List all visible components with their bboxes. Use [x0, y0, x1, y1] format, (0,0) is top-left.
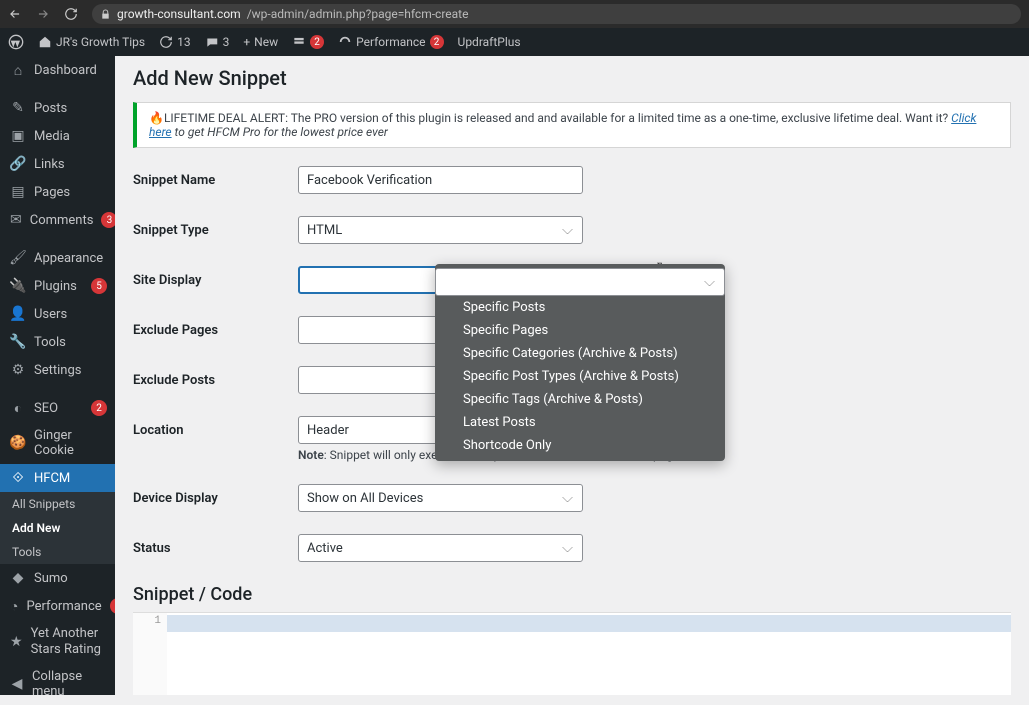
brush-icon: 🖌 — [10, 250, 26, 266]
menu-sumo[interactable]: ◆Sumo — [0, 564, 115, 592]
code-line-highlight — [167, 615, 1011, 632]
url-bar[interactable]: growth-consultant.com/wp-admin/admin.php… — [92, 4, 1021, 24]
label-device-display: Device Display — [133, 491, 298, 506]
cookie-icon: 🍪 — [10, 435, 26, 451]
label-exclude-posts: Exclude Posts — [133, 373, 298, 388]
label-status: Status — [133, 541, 298, 556]
menu-settings[interactable]: ⚙Settings — [0, 356, 115, 384]
vg-item[interactable]: 2 — [292, 35, 324, 49]
snippet-code-heading: Snippet / Code — [133, 584, 1011, 605]
sliders-icon: ⚙ — [10, 362, 26, 378]
gauge-icon: ◔ — [10, 598, 18, 614]
link-icon: 🔗 — [10, 156, 26, 172]
page-title: Add New Snippet — [133, 66, 1011, 90]
hfcm-submenu: All Snippets Add New Tools — [0, 492, 115, 564]
line-number: 1 — [133, 613, 167, 695]
option-site-wide[interactable]: Site Wide — [435, 268, 725, 296]
submenu-all-snippets[interactable]: All Snippets — [0, 492, 115, 516]
lock-icon — [100, 9, 111, 20]
status-select[interactable]: Active — [298, 534, 583, 562]
wp-logo-icon[interactable] — [8, 34, 24, 50]
menu-pages[interactable]: ▤Pages — [0, 178, 115, 206]
dashboard-icon: ⌂ — [10, 62, 26, 78]
sumo-icon: ◆ — [10, 570, 26, 586]
main-content: Add New Snippet 🔥LIFETIME DEAL ALERT: Th… — [115, 56, 1029, 695]
back-icon[interactable] — [8, 7, 22, 21]
comment-icon: ✉ — [10, 212, 22, 228]
option-latest-posts[interactable]: Latest Posts — [435, 411, 725, 434]
forward-icon[interactable] — [36, 7, 50, 21]
device-display-select[interactable]: Show on All Devices — [298, 484, 583, 512]
collapse-icon: ◀ — [10, 676, 24, 692]
admin-sidebar: ⌂Dashboard ✎Posts ▣Media 🔗Links ▤Pages ✉… — [0, 56, 115, 695]
pin-icon: ✎ — [10, 100, 26, 116]
option-specific-categories[interactable]: Specific Categories (Archive & Posts) — [435, 342, 725, 365]
menu-media[interactable]: ▣Media — [0, 122, 115, 150]
media-icon: ▣ — [10, 128, 26, 144]
url-path: /wp-admin/admin.php?page=hfcm-create — [247, 7, 469, 21]
menu-users[interactable]: 👤Users — [0, 300, 115, 328]
menu-comments[interactable]: ✉Comments3 — [0, 206, 115, 234]
new-content[interactable]: +New — [243, 35, 278, 49]
comments-count[interactable]: 3 — [205, 35, 230, 49]
option-shortcode-only[interactable]: Shortcode Only — [435, 434, 725, 457]
lifetime-deal-notice: 🔥LIFETIME DEAL ALERT: The PRO version of… — [133, 102, 1011, 148]
updates-count[interactable]: 13 — [159, 35, 191, 49]
plug-icon: 🔌 — [10, 278, 26, 294]
menu-posts[interactable]: ✎Posts — [0, 94, 115, 122]
option-specific-pages[interactable]: Specific Pages — [435, 319, 725, 342]
menu-links[interactable]: 🔗Links — [0, 150, 115, 178]
collapse-menu[interactable]: ◀Collapse menu — [0, 663, 115, 705]
label-snippet-name: Snippet Name — [133, 173, 298, 188]
option-specific-tags[interactable]: Specific Tags (Archive & Posts) — [435, 388, 725, 411]
submenu-tools[interactable]: Tools — [0, 540, 115, 564]
seo-icon: ◐ — [10, 400, 26, 416]
code-editor[interactable]: 1 — [133, 612, 1011, 695]
label-location: Location — [133, 423, 298, 438]
updraft-item[interactable]: UpdraftPlus — [458, 35, 521, 49]
stack-icon — [292, 35, 306, 49]
update-icon — [159, 35, 173, 49]
snippet-name-input[interactable] — [298, 166, 583, 194]
menu-ginger[interactable]: 🍪Ginger Cookie — [0, 422, 115, 464]
performance-item[interactable]: Performance2 — [338, 35, 443, 49]
menu-seo[interactable]: ◐SEO2 — [0, 394, 115, 422]
site-name[interactable]: JR's Growth Tips — [38, 35, 145, 49]
menu-performance[interactable]: ◔Performance2 — [0, 592, 115, 620]
option-specific-post-types[interactable]: Specific Post Types (Archive & Posts) — [435, 365, 725, 388]
home-icon — [38, 35, 52, 49]
user-icon: 👤 — [10, 306, 26, 322]
code-icon: ⟐ — [10, 470, 26, 486]
snippet-type-select[interactable]: HTML — [298, 216, 583, 244]
wp-adminbar: JR's Growth Tips 13 3 +New 2 Performance… — [0, 28, 1029, 56]
label-snippet-type: Snippet Type — [133, 223, 298, 238]
gauge-icon — [338, 35, 352, 49]
reload-icon[interactable] — [64, 7, 78, 21]
menu-plugins[interactable]: 🔌Plugins5 — [0, 272, 115, 300]
menu-yars[interactable]: ★Yet Another Stars Rating — [0, 620, 115, 663]
browser-chrome-bar: growth-consultant.com/wp-admin/admin.php… — [0, 0, 1029, 28]
menu-dashboard[interactable]: ⌂Dashboard — [0, 56, 115, 84]
option-specific-posts[interactable]: Specific Posts — [435, 296, 725, 319]
plus-icon: + — [243, 35, 250, 49]
wrench-icon: 🔧 — [10, 334, 26, 350]
star-icon: ★ — [10, 634, 23, 650]
menu-appearance[interactable]: 🖌Appearance — [0, 244, 115, 272]
site-display-dropdown: Site Wide Specific Posts Specific Pages … — [435, 264, 725, 461]
url-domain: growth-consultant.com — [117, 7, 241, 21]
page-icon: ▤ — [10, 184, 26, 200]
submenu-add-new[interactable]: Add New — [0, 516, 115, 540]
label-site-display: Site Display — [133, 273, 298, 288]
label-exclude-pages: Exclude Pages — [133, 323, 298, 338]
comment-icon — [205, 35, 219, 49]
menu-hfcm[interactable]: ⟐HFCM — [0, 464, 115, 492]
menu-tools[interactable]: 🔧Tools — [0, 328, 115, 356]
